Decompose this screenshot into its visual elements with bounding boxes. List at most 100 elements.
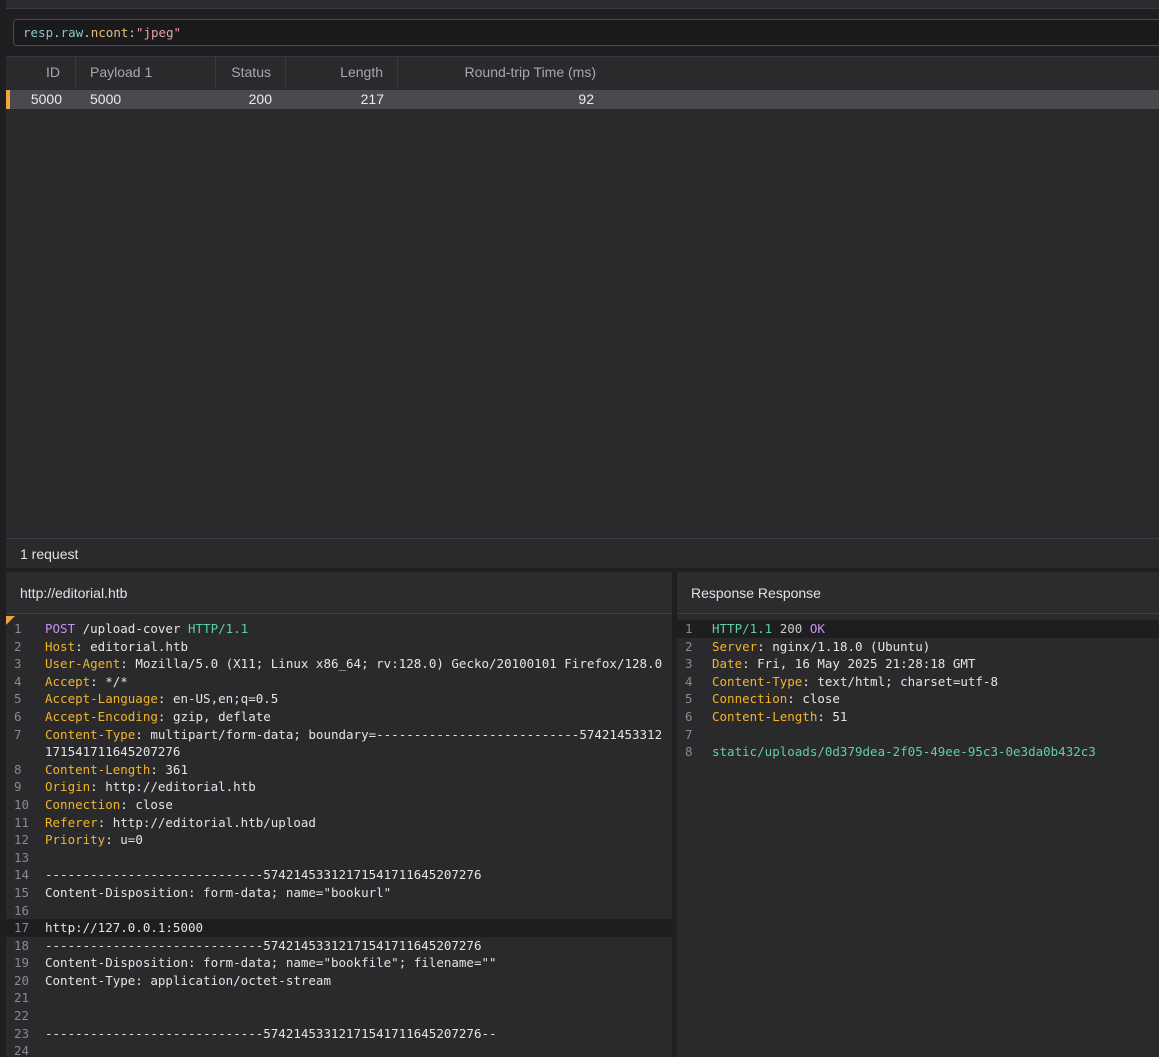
header-value: : */* [90,673,128,689]
filter-token-namespace: resp [23,25,54,40]
line-number: 3 [685,656,693,672]
header-value-continuation: 171541711645207276 [45,744,181,760]
header-name: Content-Length [45,761,151,777]
code-line: 14 -----------------------------574214533… [6,866,672,884]
header-value: : text/html; charset=utf-8 [802,673,998,689]
code-line: 11 Referer: http://editorial.htb/upload [6,814,672,832]
request-method: POST [45,621,76,636]
line-number: 4 [685,673,693,689]
code-line: 2 Host: editorial.htb [6,638,672,656]
line-number: 5 [685,691,693,707]
request-path: /upload-cover [75,621,188,636]
top-toolbar-strip [6,0,1159,9]
line-number: 10 [14,796,30,812]
code-line: 2 Server: nginx/1.18.0 (Ubuntu) [677,638,1159,656]
body-line: -----------------------------57421453312… [45,1025,497,1041]
cell-rtt: 92 [578,91,594,107]
code-line: 3 User-Agent: Mozilla/5.0 (X11; Linux x86… [6,655,672,673]
header-value: : Fri, 16 May 2025 21:28:18 GMT [742,656,976,672]
line-number: 9 [14,779,22,795]
code-line: 7 Content-Type: multipart/form-data; boun… [6,726,672,744]
line-number: 23 [14,1025,30,1041]
response-version: HTTP/1.1 [712,621,773,636]
header-name: Content-Length [712,708,818,724]
line-number: 22 [14,1008,30,1024]
code-line: 8 static/uploads/0d379dea-2f05-49ee-95c3-… [677,743,1159,761]
code-line: 20 Content-Type: application/octet-stream [6,972,672,990]
line-number: 21 [14,990,30,1006]
line-number: 8 [14,761,22,777]
code-line: 6 Accept-Encoding: gzip, deflate [6,708,672,726]
code-line: 5 Accept-Language: en-US,en;q=0.5 [6,690,672,708]
header-name: Content-Type [712,673,803,689]
line-number: 5 [14,691,22,707]
response-filter-input[interactable]: resp.raw.ncont:"jpeg" [13,19,1159,46]
filter-token-raw: raw [60,25,84,40]
line-number: 11 [14,814,30,830]
body-line: Content-Disposition: form-data; name="bo… [45,955,497,971]
body-line: -----------------------------57421453312… [45,867,482,883]
code-line: 4 Accept: */* [6,673,672,691]
table-row[interactable]: 5000 5000 200 217 92 [6,90,1159,109]
body-line: -----------------------------57421453312… [45,937,482,953]
column-header-rtt[interactable]: Round-trip Time (ms) [398,57,610,87]
line-number: 12 [14,832,30,848]
header-name: Date [712,656,743,672]
column-header-payload[interactable]: Payload 1 [76,57,216,87]
line-number: 2 [685,638,693,654]
column-header-status[interactable]: Status [216,57,286,87]
code-line: 7 [677,726,1159,744]
response-pane: Response Response 1 HTTP/1.1 200 OK 2 Serv… [677,572,1159,1057]
filter-token-colon: : [128,25,136,40]
code-line: 12 Priority: u=0 [6,831,672,849]
header-value: : nginx/1.18.0 (Ubuntu) [757,638,931,654]
code-line-active: 17 http://127.0.0.1:5000 [6,919,672,937]
code-line: 19 Content-Disposition: form-data; name="… [6,954,672,972]
header-name: Connection [45,796,121,812]
response-pane-title: Response Response [677,572,1159,614]
header-value: : gzip, deflate [157,708,271,724]
header-value: : 51 [817,708,848,724]
header-name: Accept [45,673,91,689]
code-line: 5 Connection: close [677,690,1159,708]
header-value: : multipart/form-data; boundary=--------… [135,726,663,742]
body-line: Content-Disposition: form-data; name="bo… [45,884,392,900]
line-number: 18 [14,937,30,953]
line-number: 7 [14,726,22,742]
filter-token-dot: . [53,25,61,40]
code-line: 4 Content-Type: text/html; charset=utf-8 [677,673,1159,691]
column-header-length[interactable]: Length [286,57,398,87]
header-value: : http://editorial.htb/upload [97,814,316,830]
response-status-code: 200 [772,621,810,636]
results-table: ID Payload 1 Status Length Round-trip Ti… [6,56,1159,568]
line-number: 4 [14,673,22,689]
results-count: 1 request [6,538,1159,568]
body-line: http://127.0.0.1:5000 [45,920,204,936]
line-number: 15 [14,884,30,900]
header-name: Server [712,638,758,654]
column-header-id[interactable]: ID [6,57,76,87]
request-pane: http://editorial.htb 1 POST /upload-cover… [6,572,672,1057]
line-number: 14 [14,867,30,883]
line-number: 6 [685,708,693,724]
header-name: Accept-Encoding [45,708,158,724]
request-editor[interactable]: 1 POST /upload-cover HTTP/1.1 2 Host: edit… [6,616,672,1057]
line-number: 20 [14,972,30,988]
header-value: : Mozilla/5.0 (X11; Linux x86_64; rv:128… [120,656,663,672]
code-line: 9 Origin: http://editorial.htb [6,778,672,796]
response-editor[interactable]: 1 HTTP/1.1 200 OK 2 Server: nginx/1.18.0 (… [677,616,1159,1057]
line-number: 24 [14,1043,30,1057]
code-line: 3 Date: Fri, 16 May 2025 21:28:18 GMT [677,655,1159,673]
line-number: 1 [685,621,693,636]
line-number: 6 [14,708,22,724]
code-line: 15 Content-Disposition: form-data; name="… [6,884,672,902]
filter-token-dot: . [83,25,91,40]
line-number: 19 [14,955,30,971]
code-line: 16 [6,902,672,920]
cell-status: 200 [248,91,272,107]
header-name: Content-Type [45,726,136,742]
code-line: 22 [6,1007,672,1025]
code-line-wrapped: 171541711645207276 [6,743,672,761]
code-line: 6 Content-Length: 51 [677,708,1159,726]
cell-payload: 5000 [90,91,122,107]
